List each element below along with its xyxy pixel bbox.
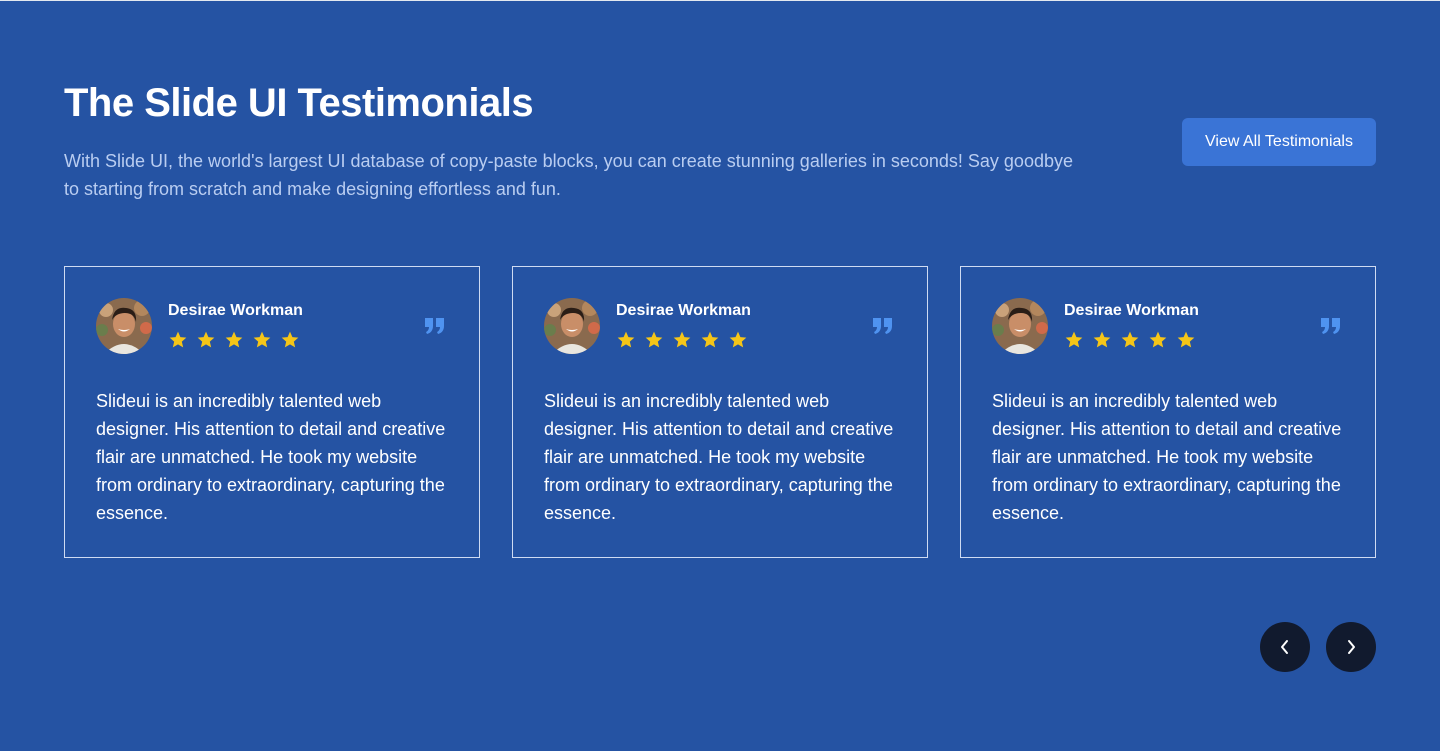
avatar	[992, 298, 1048, 354]
star-icon	[1121, 331, 1139, 348]
star-icon	[253, 331, 271, 348]
section-subtitle: With Slide UI, the world's largest UI da…	[64, 151, 1073, 199]
star-icon	[1065, 331, 1083, 348]
view-all-testimonials-button[interactable]: View All Testimonials	[1182, 118, 1376, 166]
testimonial-card: Desirae Workman Slideui is an incredibly…	[960, 266, 1376, 558]
quote-icon	[425, 318, 444, 334]
star-icon	[701, 331, 719, 348]
testimonial-text: Slideui is an incredibly talented web de…	[992, 391, 1342, 523]
testimonials-section: The Slide UI Testimonials With Slide UI,…	[0, 0, 1440, 751]
reviewer-name: Desirae Workman	[1064, 302, 1199, 319]
star-rating	[616, 330, 748, 350]
quote-icon	[873, 318, 892, 334]
star-icon	[645, 331, 663, 348]
star-icon	[1149, 331, 1167, 348]
star-icon	[617, 331, 635, 348]
star-rating	[1064, 330, 1196, 350]
star-icon	[673, 331, 691, 348]
testimonial-card: Desirae Workman Slideui is an incredibly…	[512, 266, 928, 558]
star-icon	[1093, 331, 1111, 348]
previous-slide-button[interactable]	[1260, 622, 1310, 672]
avatar	[96, 298, 152, 354]
star-icon	[225, 331, 243, 348]
chevron-left-icon	[1281, 640, 1288, 654]
testimonial-text: Slideui is an incredibly talented web de…	[96, 391, 446, 523]
next-slide-button[interactable]	[1326, 622, 1376, 672]
testimonial-text: Slideui is an incredibly talented web de…	[544, 391, 894, 523]
avatar	[544, 298, 600, 354]
star-icon	[197, 331, 215, 348]
star-icon	[1177, 331, 1195, 348]
section-title: The Slide UI Testimonials	[64, 81, 534, 125]
reviewer-name: Desirae Workman	[616, 302, 751, 319]
star-rating	[168, 330, 300, 350]
chevron-right-icon	[1348, 640, 1355, 654]
star-icon	[169, 331, 187, 348]
testimonial-card: Desirae Workman Slideui is an incredibly…	[64, 266, 480, 558]
reviewer-name: Desirae Workman	[168, 302, 303, 319]
star-icon	[281, 331, 299, 348]
star-icon	[729, 331, 747, 348]
quote-icon	[1321, 318, 1340, 334]
